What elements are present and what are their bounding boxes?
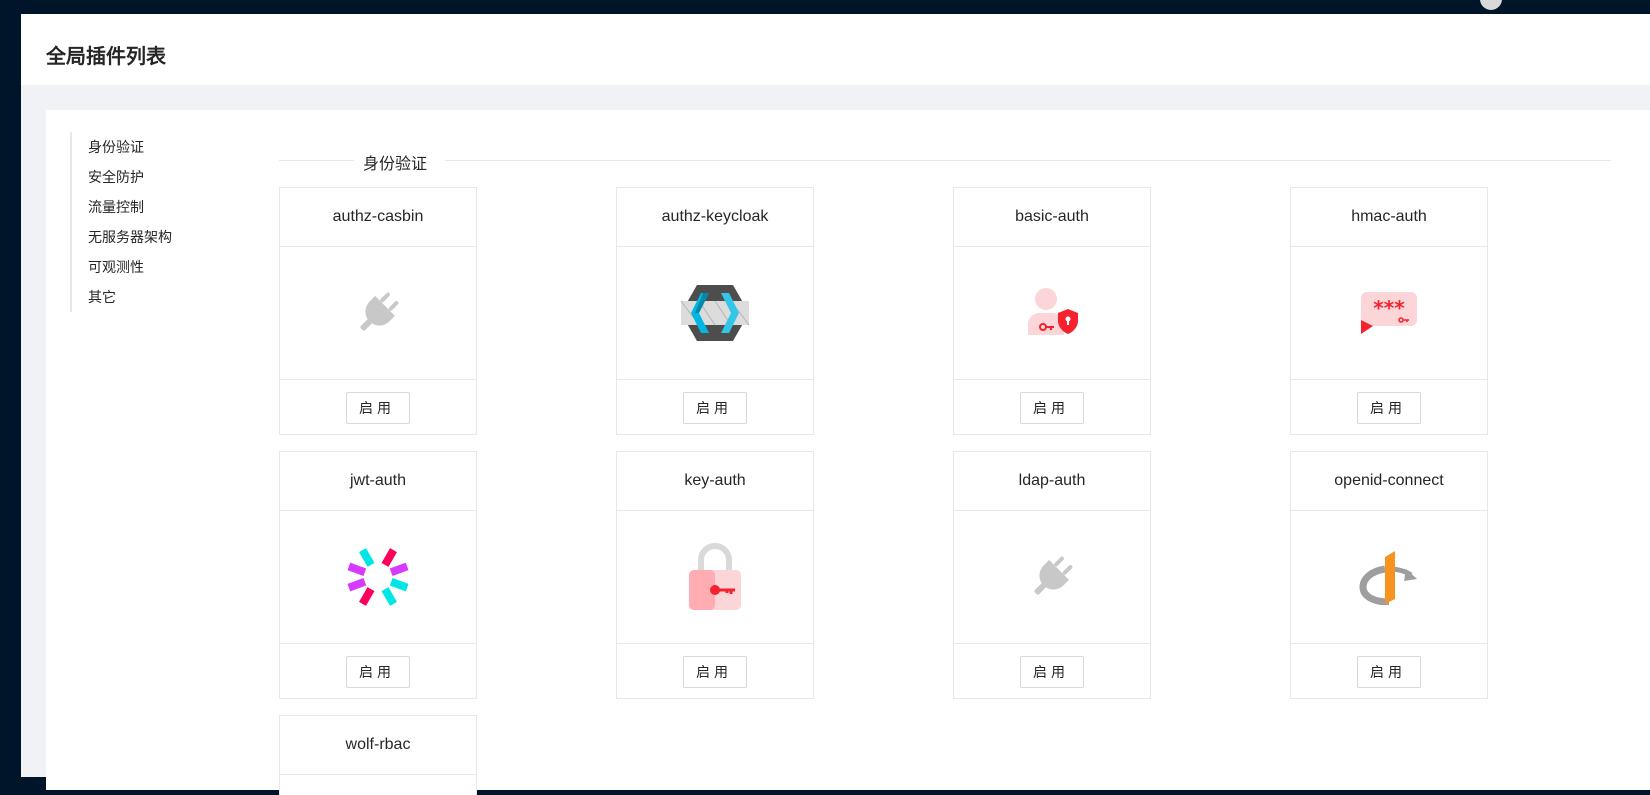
nav-item-serverless[interactable]: 无服务器架构 [88, 222, 172, 252]
enable-button[interactable]: 启用 [683, 392, 747, 424]
nav-item-security[interactable]: 安全防护 [88, 162, 172, 192]
padlock-key-icon [687, 542, 743, 612]
plugin-name: hmac-auth [1291, 188, 1487, 247]
page-header: 全局插件列表 [21, 14, 1650, 85]
svg-text:***: *** [1373, 296, 1405, 320]
plugin-icon-area [1291, 511, 1487, 644]
password-bubble-icon: *** [1359, 290, 1419, 336]
plugin-icon-area: *** [1291, 247, 1487, 380]
plug-icon [1024, 549, 1080, 605]
nav-item-traffic-control[interactable]: 流量控制 [88, 192, 172, 222]
nav-item-other[interactable]: 其它 [88, 282, 172, 312]
divider-line [279, 160, 354, 161]
plugin-card-jwt-auth: jwt-auth 启用 [279, 451, 477, 699]
user-shield-icon [1022, 287, 1082, 339]
plugin-name: wolf-rbac [280, 716, 476, 775]
plugin-name: jwt-auth [280, 452, 476, 511]
plugin-name: authz-casbin [280, 188, 476, 247]
enable-button[interactable]: 启用 [1357, 656, 1421, 688]
category-nav: 身份验证 安全防护 流量控制 无服务器架构 可观测性 其它 [70, 132, 172, 312]
enable-button[interactable]: 启用 [1357, 392, 1421, 424]
plugin-name: basic-auth [954, 188, 1150, 247]
section-divider: 身份验证 [279, 148, 1611, 173]
plugin-name: ldap-auth [954, 452, 1150, 511]
enable-button[interactable]: 启用 [1020, 656, 1084, 688]
enable-button[interactable]: 启用 [346, 656, 410, 688]
jwt-icon [343, 545, 413, 609]
divider-line [445, 160, 1611, 161]
plugin-name: openid-connect [1291, 452, 1487, 511]
nav-item-observability[interactable]: 可观测性 [88, 252, 172, 282]
keycloak-icon [679, 283, 751, 343]
plugin-card-wolf-rbac: wolf-rbac [279, 715, 477, 795]
plugin-icon-area [280, 511, 476, 644]
plug-icon [350, 285, 406, 341]
plugin-icon-area [617, 511, 813, 644]
section-title: 身份验证 [363, 156, 428, 173]
plugin-card-hmac-auth: hmac-auth *** 启用 [1290, 187, 1488, 435]
avatar[interactable] [1480, 0, 1502, 10]
plugin-card-openid-connect: openid-connect 启用 [1290, 451, 1488, 699]
main-content: 全局插件列表 身份验证 安全防护 流量控制 无服务器架构 可观测性 其它 身份验… [21, 14, 1650, 795]
page-title: 全局插件列表 [46, 46, 166, 68]
top-navbar [0, 0, 1650, 14]
plugin-name: key-auth [617, 452, 813, 511]
plugin-card-authz-keycloak: authz-keycloak 启用 [616, 187, 814, 435]
plugin-card-basic-auth: basic-auth 启用 [953, 187, 1151, 435]
plugin-icon-area [280, 247, 476, 380]
plugin-icon-area [954, 247, 1150, 380]
enable-button[interactable]: 启用 [346, 392, 410, 424]
enable-button[interactable]: 启用 [683, 656, 747, 688]
plugin-icon-area [617, 247, 813, 380]
plugin-list-card: 身份验证 安全防护 流量控制 无服务器架构 可观测性 其它 身份验证 authz… [46, 110, 1650, 795]
plugin-name: authz-keycloak [617, 188, 813, 247]
plugin-card-key-auth: key-auth 启用 [616, 451, 814, 699]
nav-item-authentication[interactable]: 身份验证 [88, 132, 172, 162]
openid-icon [1359, 549, 1419, 605]
plugin-card-authz-casbin: authz-casbin 启用 [279, 187, 477, 435]
enable-button[interactable]: 启用 [1020, 392, 1084, 424]
plugin-icon-area [954, 511, 1150, 644]
plugin-card-ldap-auth: ldap-auth 启用 [953, 451, 1151, 699]
